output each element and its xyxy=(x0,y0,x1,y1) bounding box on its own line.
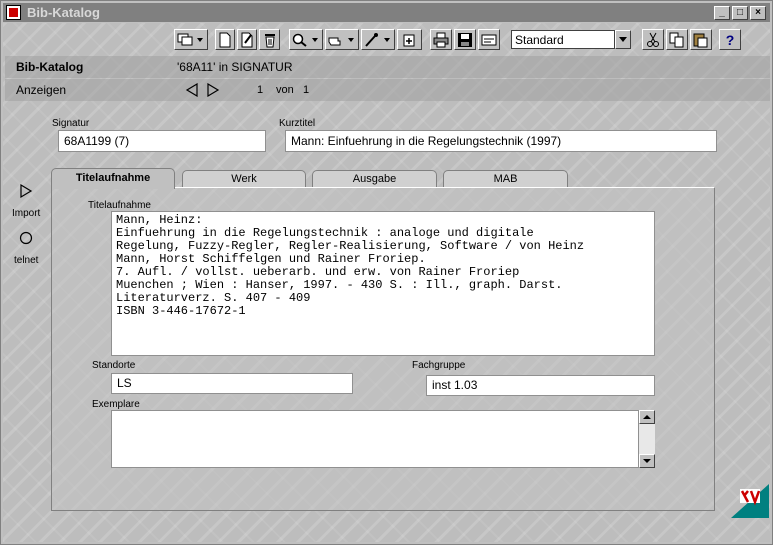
copy-button[interactable] xyxy=(666,29,688,50)
print-button[interactable] xyxy=(430,29,452,50)
copy-window-icon xyxy=(177,33,203,45)
help-button[interactable]: ? xyxy=(719,29,741,50)
chevron-down-icon[interactable] xyxy=(615,30,631,49)
tab-ausgabe[interactable]: Ausgabe xyxy=(312,170,437,188)
signatur-label: Signatur xyxy=(52,118,90,129)
new-document-button[interactable] xyxy=(215,29,235,50)
tab-panel: Titelaufnahme Mann, Heinz: Einfuehrung in… xyxy=(51,187,715,511)
telnet-circle-icon[interactable] xyxy=(19,231,33,245)
signatur-field[interactable]: 68A1199 (7) xyxy=(58,130,266,152)
text-line: ISBN 3-446-17672-1 xyxy=(116,304,246,318)
delete-icon xyxy=(264,33,275,47)
record-of-label: von xyxy=(276,84,294,96)
telnet-label[interactable]: telnet xyxy=(14,255,38,266)
maximize-button[interactable]: □ xyxy=(732,6,748,20)
save-button[interactable] xyxy=(454,29,476,50)
record-total: 1 xyxy=(303,84,310,96)
help-icon: ? xyxy=(725,31,735,48)
kurztitel-label: Kurztitel xyxy=(279,118,316,129)
form-button[interactable] xyxy=(478,29,500,50)
cut-button[interactable] xyxy=(642,29,664,50)
import-add-icon xyxy=(403,34,414,46)
new-document-icon xyxy=(219,32,231,47)
import-label[interactable]: Import xyxy=(12,208,40,219)
titelaufnahme-text[interactable]: Mann, Heinz: Einfuehrung in die Regelungs… xyxy=(111,211,655,356)
hand-pointer-icon xyxy=(328,37,354,45)
previous-record-icon[interactable] xyxy=(185,83,199,97)
save-icon xyxy=(458,32,472,47)
main-area: Standard ? Bib-Katalog '68A11' in SIGNAT… xyxy=(3,23,770,542)
edit-document-button[interactable] xyxy=(237,29,257,50)
exemplare-text[interactable] xyxy=(111,410,639,468)
app-window: Bib-Katalog _ □ × Standard ? Bib-Katalog… xyxy=(0,0,773,545)
brand-logo-icon xyxy=(731,484,769,518)
pen-button[interactable] xyxy=(361,29,395,50)
tab-mab[interactable]: MAB xyxy=(443,170,568,188)
next-record-icon[interactable] xyxy=(206,83,220,97)
minimize-button[interactable]: _ xyxy=(714,6,730,20)
scroll-up-icon[interactable] xyxy=(639,410,655,424)
fachgruppe-label: Fachgruppe xyxy=(412,360,466,371)
form-icon xyxy=(481,34,497,45)
exemplare-scrollbar[interactable] xyxy=(639,410,655,468)
standorte-label: Standorte xyxy=(92,360,136,371)
import-add-button[interactable] xyxy=(397,29,422,50)
copy-window-button[interactable] xyxy=(174,29,208,50)
standorte-field[interactable]: LS xyxy=(111,373,353,394)
mode-label: Anzeigen xyxy=(16,83,67,97)
search-icon xyxy=(292,33,318,47)
titelaufnahme-label: Titelaufnahme xyxy=(88,200,151,211)
copy-icon xyxy=(669,32,684,47)
pointer-button[interactable] xyxy=(325,29,359,50)
window-title: Bib-Katalog xyxy=(27,5,100,20)
paste-button[interactable] xyxy=(690,29,712,50)
search-button[interactable] xyxy=(289,29,323,50)
exemplare-label: Exemplare xyxy=(92,399,140,410)
close-button[interactable]: × xyxy=(750,6,766,20)
record-current: 1 xyxy=(257,84,264,96)
scroll-down-icon[interactable] xyxy=(639,454,655,468)
cut-icon xyxy=(647,32,659,47)
pen-icon xyxy=(365,32,390,47)
tab-titelaufnahme[interactable]: Titelaufnahme xyxy=(51,168,175,189)
app-label: Bib-Katalog xyxy=(16,60,84,74)
print-icon xyxy=(433,32,449,47)
paste-icon xyxy=(693,33,708,47)
delete-button[interactable] xyxy=(259,29,280,50)
record-nav-row: Anzeigen 1 von 1 xyxy=(5,79,770,101)
view-select[interactable]: Standard xyxy=(511,30,631,49)
tab-werk[interactable]: Werk xyxy=(182,170,306,188)
kurztitel-field[interactable]: Mann: Einfuehrung in die Regelungstechni… xyxy=(285,130,717,152)
view-select-value: Standard xyxy=(511,30,615,49)
edit-document-icon xyxy=(241,32,253,47)
app-icon[interactable] xyxy=(6,5,21,20)
query-text: '68A11' in SIGNATUR xyxy=(177,60,293,74)
title-bar[interactable]: Bib-Katalog _ □ × xyxy=(3,3,770,22)
query-row: Bib-Katalog '68A11' in SIGNATUR xyxy=(5,56,770,78)
import-arrow-icon[interactable] xyxy=(19,183,33,199)
fachgruppe-field[interactable]: inst 1.03 xyxy=(426,375,655,396)
